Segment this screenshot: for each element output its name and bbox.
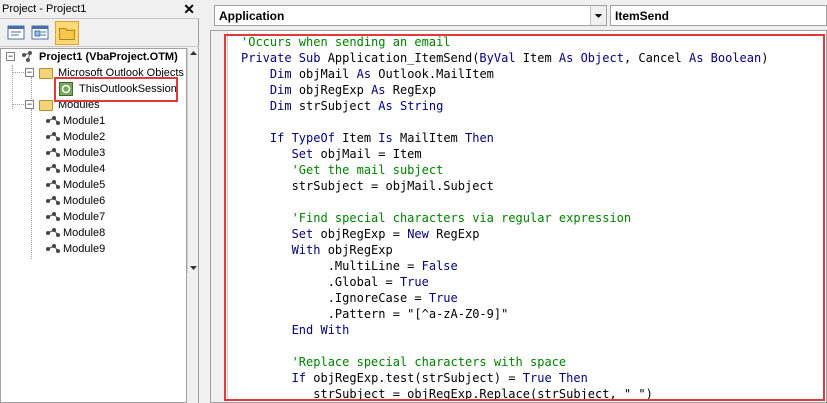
toggle-folders-button[interactable] [55, 21, 79, 45]
module-label: Module1 [63, 115, 106, 127]
module-label: Module4 [63, 163, 106, 175]
project-pane-title: Project - Project1 [2, 3, 87, 15]
procedure-dropdown-value: ItemSend [615, 9, 670, 23]
project-pane-toolbar [0, 19, 199, 47]
tree-scrollbar[interactable] [187, 48, 198, 273]
close-icon[interactable]: ✕ [183, 1, 195, 17]
folder-icon [39, 68, 53, 79]
collapse-icon[interactable]: − [6, 52, 15, 61]
folder-icon [59, 27, 75, 40]
code-highlight-frame [224, 34, 825, 401]
module-label: Module8 [63, 227, 106, 239]
object-dropdown-value: Application [219, 9, 285, 23]
module-label: Module2 [63, 131, 106, 143]
view-code-icon[interactable] [5, 22, 27, 44]
project-label: Project1 (VbaProject.OTM) [39, 51, 178, 63]
module-label: Module5 [63, 179, 106, 191]
module-label: Module6 [63, 195, 106, 207]
module-icon [46, 196, 60, 205]
collapse-icon[interactable]: − [25, 100, 34, 109]
object-dropdown[interactable]: Application [214, 5, 607, 26]
scroll-up-icon[interactable] [188, 48, 199, 59]
module-label: Module3 [63, 147, 106, 159]
tree-guide [31, 77, 32, 99]
folder-icon [39, 100, 53, 111]
module-icon [46, 228, 60, 237]
module-icon [46, 212, 60, 221]
project-explorer-pane: Project - Project1 ✕ − Project1 (VbaProj… [0, 0, 199, 403]
vba-project-icon [22, 51, 32, 62]
module-icon [46, 180, 60, 189]
scroll-down-icon[interactable] [188, 262, 199, 273]
module-icon [46, 148, 60, 157]
module-icon [46, 164, 60, 173]
module-icon [46, 116, 60, 125]
collapse-icon[interactable]: − [25, 68, 34, 77]
tree-guide [31, 109, 32, 259]
procedure-dropdown[interactable]: ItemSend [610, 5, 827, 26]
module-label: Module7 [63, 211, 106, 223]
project-pane-titlebar: Project - Project1 ✕ [0, 0, 199, 19]
session-highlight-frame [54, 77, 178, 102]
module-icon [46, 244, 60, 253]
chevron-down-icon[interactable] [590, 6, 606, 25]
module-label: Module9 [63, 243, 106, 255]
module-icon [46, 132, 60, 141]
view-object-icon[interactable] [29, 22, 51, 44]
